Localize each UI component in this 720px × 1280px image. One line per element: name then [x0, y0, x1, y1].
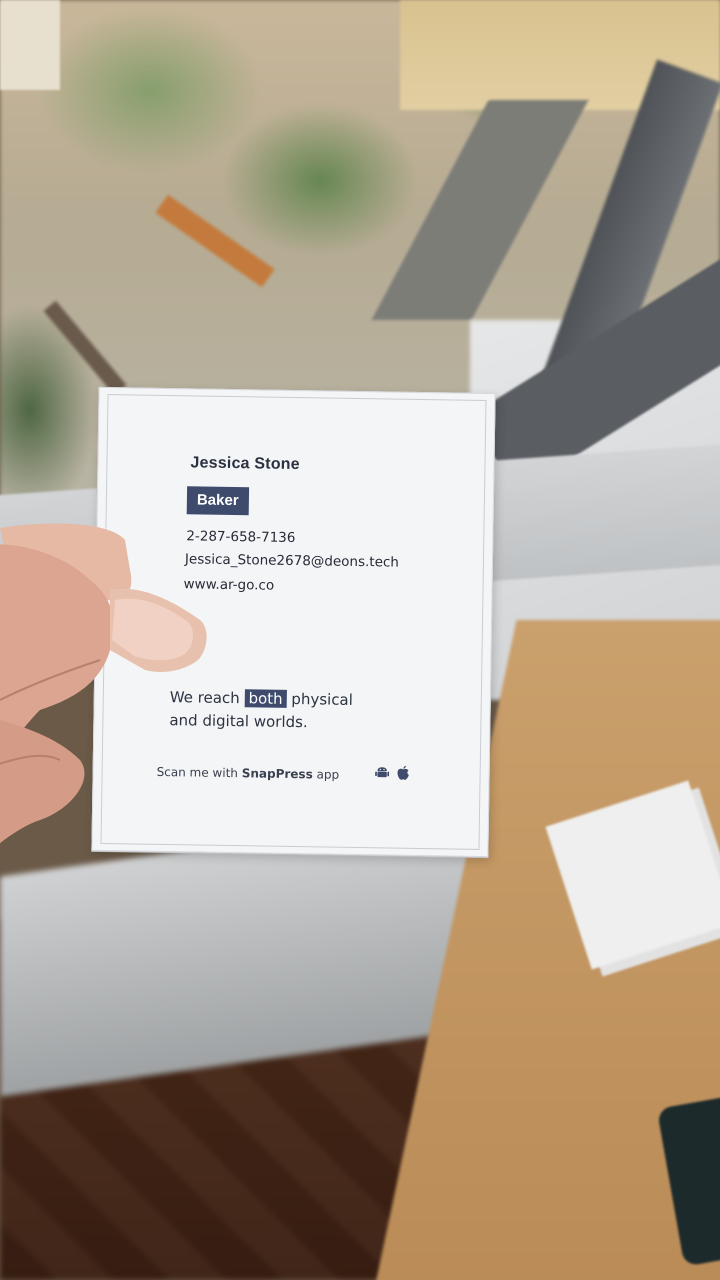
card-tagline: We reach both physical and digital world… — [169, 686, 430, 736]
card-phone: 2-287-658-7136 — [186, 528, 296, 547]
card-email: Jessica_Stone2678@deons.tech — [184, 551, 400, 571]
tagline-highlight: both — [244, 689, 287, 708]
tagline-line2: and digital worlds. — [169, 711, 308, 732]
card-name: Jessica Stone — [190, 454, 300, 474]
tagline-after: physical — [286, 689, 354, 709]
card-website: www.ar-go.co — [183, 576, 275, 594]
business-card: Jessica Stone Baker 2-287-658-7136 Jessi… — [91, 386, 496, 858]
tagline-before: We reach — [169, 688, 245, 708]
android-icon — [375, 767, 390, 778]
photo-scene: Jessica Stone Baker 2-287-658-7136 Jessi… — [0, 0, 720, 1280]
building-left — [0, 0, 60, 90]
scan-prefix: Scan me with — [156, 764, 242, 781]
apple-icon — [397, 765, 409, 780]
scan-app-name: SnapPress — [241, 766, 313, 782]
os-icons — [375, 764, 411, 781]
scan-instruction: Scan me with SnapPress app — [157, 765, 340, 782]
card-job-title: Baker — [186, 486, 249, 516]
scan-suffix: app — [312, 767, 340, 782]
